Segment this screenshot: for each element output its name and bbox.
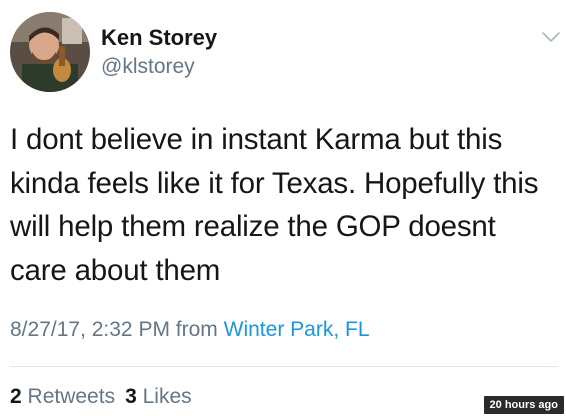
divider [10,366,558,367]
tweet-meta: 8/27/17, 2:32 PM from Winter Park, FL [10,318,370,342]
retweets-label: Retweets [27,385,116,408]
likes-label: Likes [142,385,192,408]
display-name[interactable]: Ken Storey [101,25,217,51]
location-link[interactable]: Winter Park, FL [224,318,370,341]
tweet-text-line: I dont believe in instant Karma but this [10,123,503,156]
tweet-text-line: care about them [10,253,221,287]
time-ago-badge: 20 hours ago [483,396,564,414]
tweet-timestamp[interactable]: 8/27/17, 2:32 PM [10,318,170,341]
tweet-text: I dont believe in instant Karma but this… [10,118,558,292]
retweets-stat[interactable]: 2 Retweets [10,385,115,408]
avatar[interactable] [10,12,90,92]
tweet-text-line: kinda feels like it for Texas. Hopefully… [10,166,539,200]
chevron-down-icon[interactable] [540,30,562,44]
tweet-stats: 2 Retweets 3 Likes [10,385,192,409]
user-handle[interactable]: @klstorey [101,55,195,79]
retweets-count: 2 [10,385,22,408]
likes-count: 3 [125,385,137,408]
from-label: from [175,318,218,341]
tweet-text-line: will help them realize the GOP doesnt [10,210,496,243]
likes-stat[interactable]: 3 Likes [125,385,192,408]
tweet-card: Ken Storey @klstorey I dont believe in i… [0,0,566,416]
